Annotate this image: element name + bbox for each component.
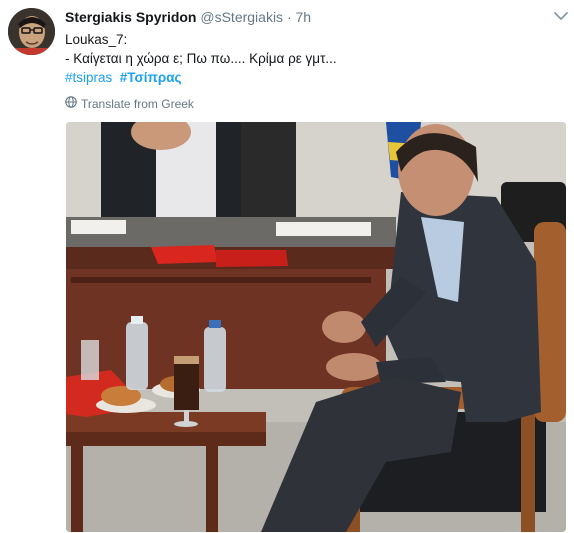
timestamp[interactable]: 7h (296, 9, 312, 25)
tweet-card[interactable]: Stergiakis Spyridon @sStergiakis · 7h Lo… (0, 0, 574, 533)
translate-link[interactable]: Translate from Greek (65, 96, 194, 111)
chevron-down-icon[interactable] (552, 9, 570, 23)
translate-label: Translate from Greek (81, 96, 194, 111)
tweet-header: Stergiakis Spyridon @sStergiakis · 7h (65, 9, 311, 25)
tweet-text-line: Loukas_7: (65, 32, 128, 47)
hashtag-link[interactable]: #Τσίπρας (120, 70, 182, 85)
globe-icon (65, 96, 77, 111)
author-name[interactable]: Stergiakis Spyridon (65, 9, 196, 25)
hashtag-link[interactable]: #tsipras (65, 70, 112, 85)
separator: · (286, 9, 292, 25)
tweet-text-line: - Καίγεται η χώρα ε; Πω πω.... Κρίμα ρε … (65, 51, 337, 66)
avatar-image (8, 8, 55, 55)
avatar[interactable] (8, 8, 55, 55)
author-handle[interactable]: @sStergiakis (200, 9, 283, 25)
tweet-text: Loukas_7: - Καίγεται η χώρα ε; Πω πω....… (65, 30, 337, 87)
tweet-photo[interactable] (66, 122, 566, 532)
hashtags: #tsipras #Τσίπρας (65, 68, 337, 87)
photo-image (66, 122, 566, 532)
